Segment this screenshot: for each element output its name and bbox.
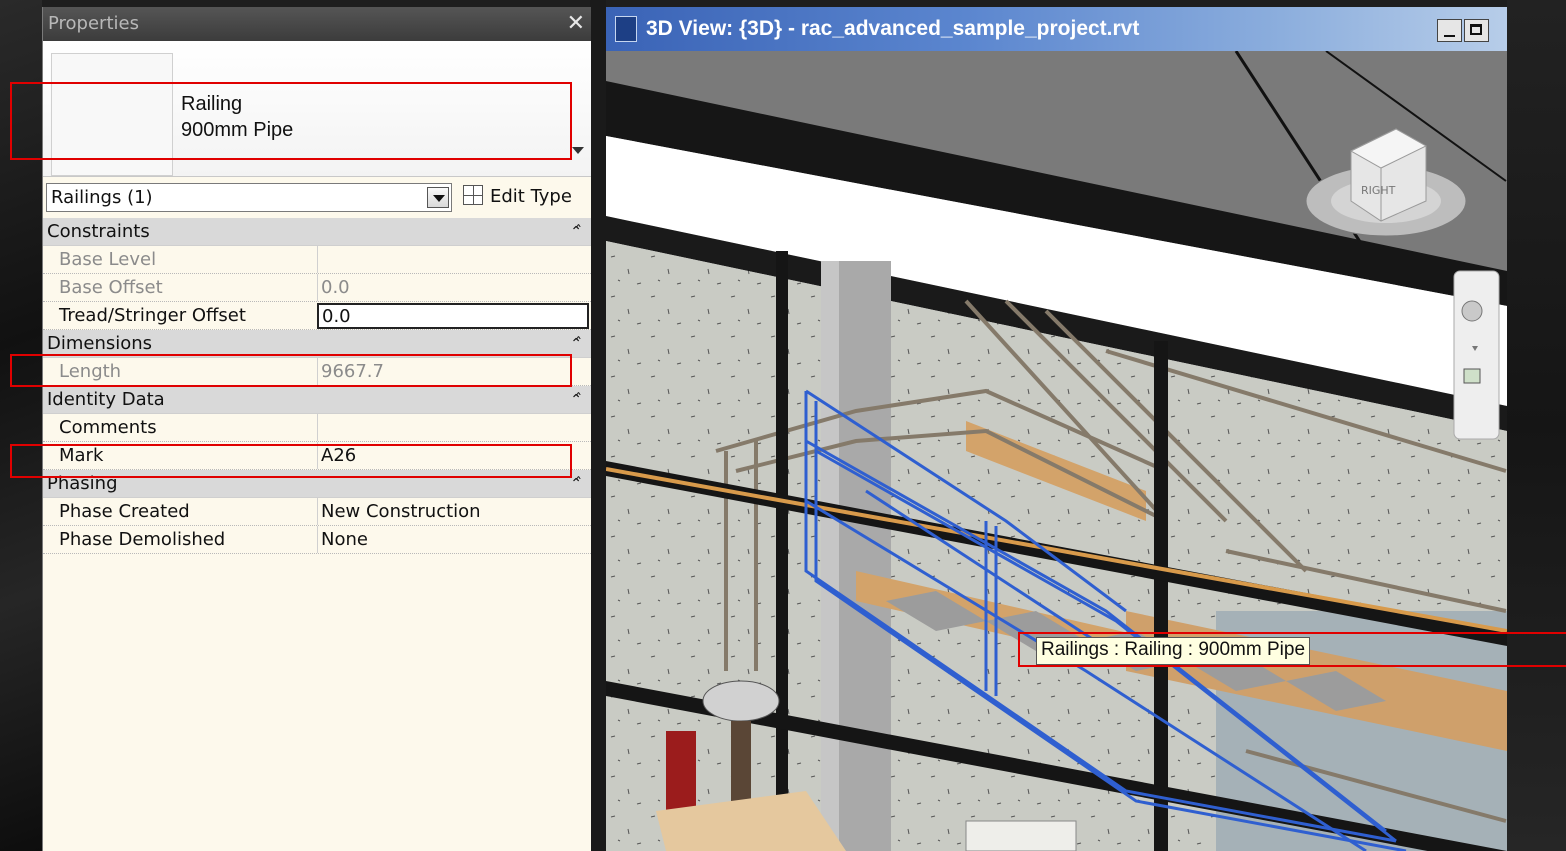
- property-row-base-level: Base Level: [43, 246, 591, 274]
- instance-filter-dropdown[interactable]: Railings (1): [46, 183, 452, 212]
- model-canvas[interactable]: RIGHT: [606, 51, 1507, 851]
- desktop-background-left: [0, 0, 42, 851]
- properties-title-bar[interactable]: Properties ✕: [43, 7, 591, 41]
- property-label: Phase Created: [59, 501, 190, 522]
- property-label: Mark: [59, 445, 104, 466]
- collapse-icon[interactable]: ⌃̂: [570, 218, 582, 246]
- dropdown-arrow-icon[interactable]: [427, 187, 449, 208]
- group-header-dimensions[interactable]: Dimensions ⌃̂: [43, 330, 591, 358]
- type-preview-image: [51, 53, 173, 176]
- selection-filter-row: Railings (1) Edit Type: [43, 181, 591, 215]
- property-grid: Constraints ⌃̂ Base Level Base Offset 0.…: [43, 218, 591, 554]
- collapse-icon[interactable]: ⌃̂: [570, 330, 582, 358]
- lamp: [702, 680, 780, 722]
- collapse-icon[interactable]: ⌃̂: [570, 386, 582, 414]
- property-label: Length: [59, 361, 122, 382]
- mark-field[interactable]: A26: [317, 442, 589, 469]
- group-header-phasing[interactable]: Phasing ⌃̂: [43, 470, 591, 498]
- steering-wheel-icon: [1461, 300, 1483, 322]
- property-label: Base Level: [59, 249, 157, 270]
- minimize-button[interactable]: [1437, 19, 1462, 42]
- viewcube-face-label[interactable]: RIGHT: [1361, 184, 1396, 197]
- collapse-icon[interactable]: ⌃̂: [570, 470, 582, 498]
- property-value: [317, 246, 589, 273]
- property-row-mark: Mark A26: [43, 442, 591, 470]
- group-name: Dimensions: [47, 333, 153, 354]
- edit-type-icon: [463, 185, 483, 205]
- revit-view-icon: [615, 16, 637, 42]
- phase-demolished-field[interactable]: None: [317, 526, 589, 553]
- close-icon[interactable]: ✕: [567, 7, 585, 41]
- group-header-identity-data[interactable]: Identity Data ⌃̂: [43, 386, 591, 414]
- property-label: Tread/Stringer Offset: [59, 305, 246, 326]
- view-title: 3D View: {3D} - rac_advanced_sample_proj…: [646, 17, 1140, 40]
- properties-title: Properties: [48, 13, 139, 34]
- group-name: Phasing: [47, 473, 118, 494]
- property-row-comments: Comments: [43, 414, 591, 442]
- tread-stringer-offset-input[interactable]: 0.0: [317, 303, 589, 329]
- type-name: Railing 900mm Pipe: [181, 91, 293, 143]
- phase-created-field[interactable]: New Construction: [317, 498, 589, 525]
- properties-palette: Properties ✕ Railing 900mm Pipe Railings…: [42, 7, 591, 851]
- group-name: Constraints: [47, 221, 150, 242]
- edit-type-button[interactable]: Edit Type: [463, 182, 572, 212]
- property-value: 0.0: [317, 274, 589, 301]
- view-title-bar[interactable]: 3D View: {3D} - rac_advanced_sample_proj…: [606, 7, 1507, 51]
- property-row-tread-stringer-offset: Tread/Stringer Offset 0.0: [43, 302, 591, 330]
- type-type: 900mm Pipe: [181, 119, 294, 141]
- maximize-button[interactable]: [1464, 19, 1489, 42]
- zoom-icon: [1463, 368, 1481, 384]
- group-header-constraints[interactable]: Constraints ⌃̂: [43, 218, 591, 246]
- element-tooltip: Railings : Railing : 900mm Pipe: [1036, 637, 1311, 665]
- type-selector[interactable]: Railing 900mm Pipe: [43, 41, 591, 177]
- chevron-down-icon[interactable]: [572, 147, 584, 154]
- property-value: 9667.7: [317, 358, 589, 385]
- desktop-background-right: [1507, 0, 1566, 851]
- property-row-base-offset: Base Offset 0.0: [43, 274, 591, 302]
- type-family: Railing: [181, 93, 243, 115]
- comments-field[interactable]: [317, 414, 589, 441]
- navigation-bar[interactable]: [1453, 270, 1500, 440]
- property-label: Comments: [59, 417, 157, 438]
- instance-filter-value: Railings (1): [51, 187, 153, 208]
- view-3d-window: 3D View: {3D} - rac_advanced_sample_proj…: [606, 7, 1507, 851]
- property-row-phase-created: Phase Created New Construction: [43, 498, 591, 526]
- model-scene[interactable]: RIGHT: [606, 51, 1507, 851]
- group-name: Identity Data: [47, 389, 165, 410]
- property-label: Base Offset: [59, 277, 163, 298]
- panel-divider[interactable]: [590, 0, 606, 851]
- edit-type-label: Edit Type: [490, 186, 572, 207]
- property-row-phase-demolished: Phase Demolished None: [43, 526, 591, 554]
- property-label: Phase Demolished: [59, 529, 226, 550]
- property-row-length: Length 9667.7: [43, 358, 591, 386]
